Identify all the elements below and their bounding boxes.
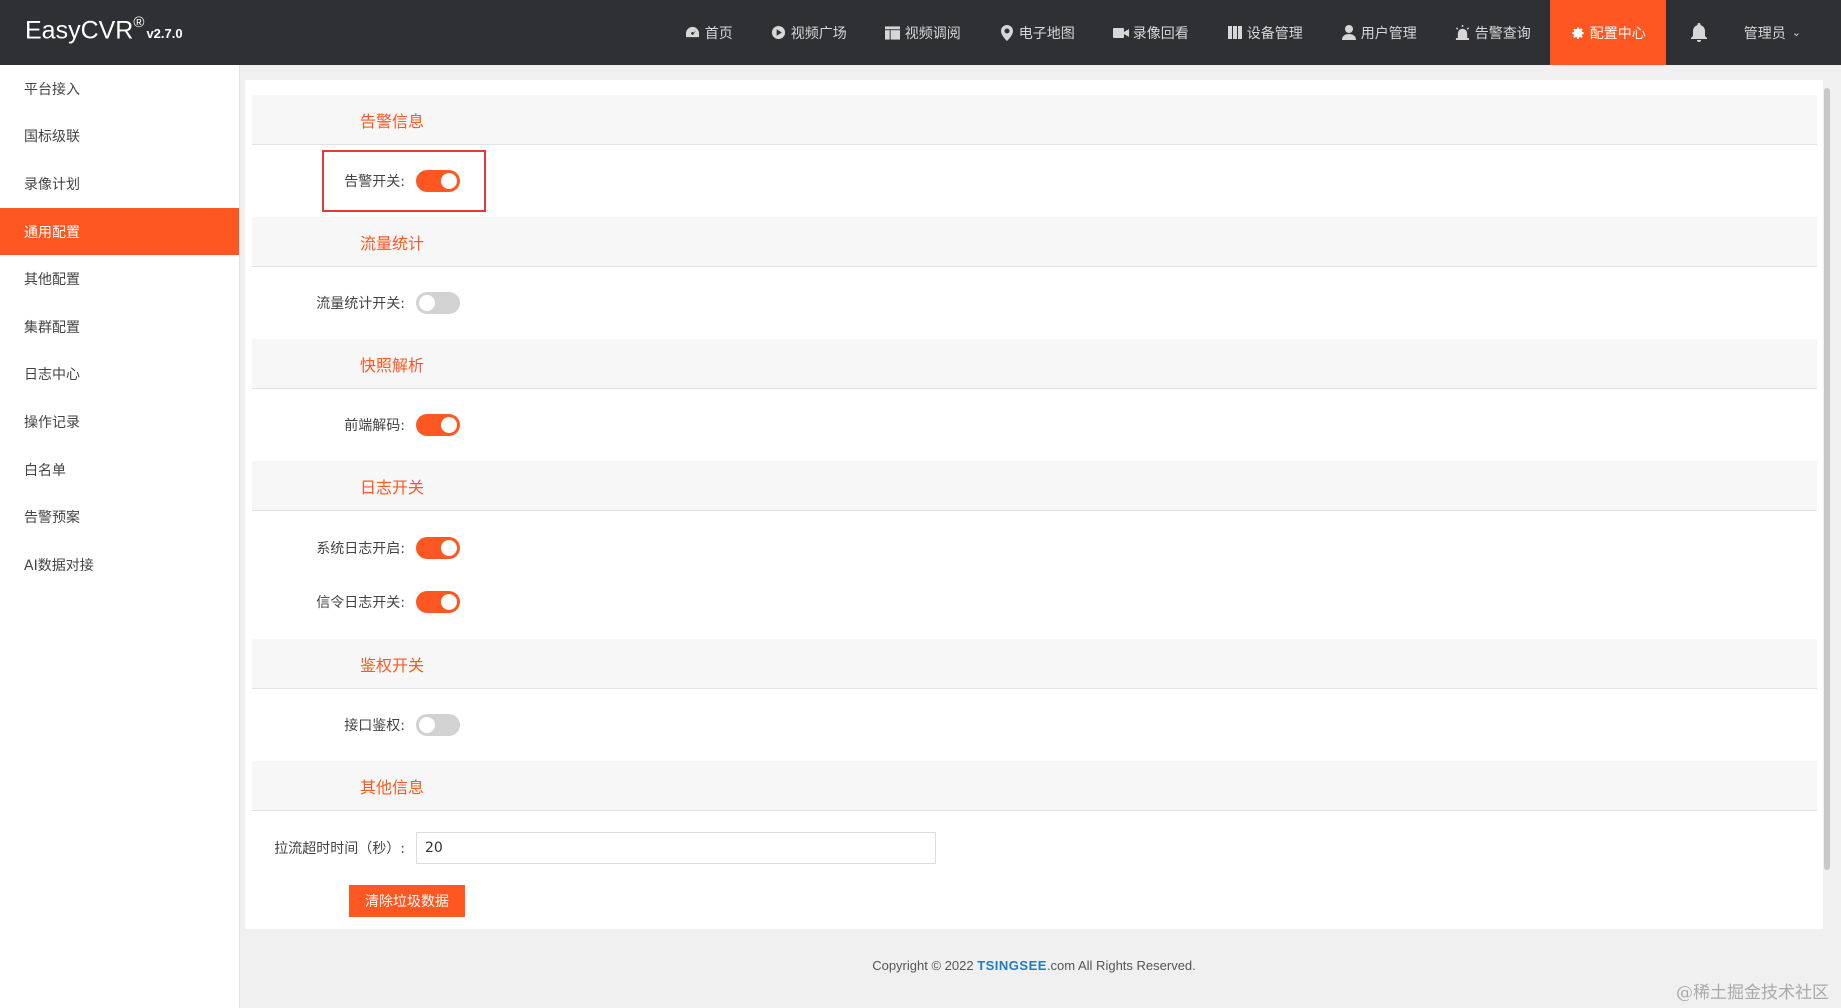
main-nav: 首页 视频广场 视频调阅 电子地图 录像回看 设备管理 用户管理 告警查询 配置…	[666, 0, 1841, 65]
nav-e-map[interactable]: 电子地图	[980, 0, 1094, 65]
nav-device-management[interactable]: 设备管理	[1208, 0, 1322, 65]
sidebar-item-recording-plan[interactable]: 录像计划	[0, 160, 239, 208]
api-auth-switch[interactable]	[416, 714, 460, 736]
sidebar-item-gb-cascade[interactable]: 国标级联	[0, 113, 239, 161]
row-alarm-switch: 告警开关:	[245, 145, 1823, 217]
frontend-decode-switch[interactable]	[416, 414, 460, 436]
sidebar-item-whitelist[interactable]: 白名单	[0, 446, 239, 494]
flow-stat-switch[interactable]	[416, 292, 460, 314]
api-auth-label: 接口鉴权:	[344, 718, 405, 734]
system-log-switch[interactable]	[416, 537, 460, 559]
sidebar-item-ai-data[interactable]: AI数据对接	[0, 541, 239, 589]
user-menu[interactable]: 管理员 ⌄	[1736, 0, 1841, 65]
sidebar-item-general-config[interactable]: 通用配置	[0, 207, 239, 256]
clear-garbage-button[interactable]: 清除垃圾数据	[349, 885, 465, 917]
nav-video-square[interactable]: 视频广场	[752, 0, 866, 65]
user-icon	[1341, 25, 1357, 41]
nav-home[interactable]: 首页	[666, 0, 752, 65]
flow-switch-label: 流量统计开关:	[316, 296, 405, 312]
section-other-header: 其他信息	[252, 761, 1817, 811]
sidebar: 平台接入 国标级联 录像计划 通用配置 其他配置 集群配置 日志中心 操作记录 …	[0, 65, 240, 1008]
video-camera-icon	[1112, 25, 1129, 41]
brand-logo[interactable]: EasyCVR®v2.7.0	[25, 14, 183, 45]
row-pull-timeout: 拉流超时时间（秒）:	[245, 811, 1823, 885]
section-flow-header: 流量统计	[252, 217, 1817, 267]
sidebar-item-operation-log[interactable]: 操作记录	[0, 398, 239, 446]
scrollbar[interactable]	[1824, 88, 1830, 870]
play-circle-icon	[771, 25, 787, 41]
signal-log-switch[interactable]	[416, 591, 460, 613]
footer: Copyright © 2022 TSINGSEE.com All Rights…	[872, 958, 1196, 973]
config-panel: 告警信息 告警开关: 流量统计 流量统计开关: 快照解析 前端解码: 日志开关 …	[245, 80, 1823, 929]
notification-bell[interactable]	[1666, 0, 1736, 65]
layout-icon	[885, 25, 901, 41]
bell-icon	[1689, 22, 1709, 43]
pull-timeout-label: 拉流超时时间（秒）:	[274, 841, 405, 857]
map-pin-icon	[999, 24, 1015, 41]
nav-config-center[interactable]: 配置中心	[1549, 0, 1666, 65]
sidebar-item-cluster-config[interactable]: 集群配置	[0, 303, 239, 351]
columns-icon	[1227, 25, 1243, 41]
footer-brand-logo[interactable]: TSINGSEE	[977, 958, 1047, 973]
top-navbar: EasyCVR®v2.7.0 首页 视频广场 视频调阅 电子地图 录像回看 设备…	[0, 0, 1841, 65]
alarm-icon	[1455, 25, 1471, 41]
section-log-header: 日志开关	[252, 461, 1817, 511]
signal-log-label: 信令日志开关:	[316, 595, 405, 611]
nav-video-review[interactable]: 视频调阅	[866, 0, 980, 65]
watermark: @稀土掘金技术社区	[1676, 983, 1829, 1003]
sidebar-item-other-config[interactable]: 其他配置	[0, 255, 239, 303]
system-log-label: 系统日志开启:	[316, 541, 405, 557]
section-snapshot-header: 快照解析	[252, 339, 1817, 389]
sidebar-item-alarm-plan[interactable]: 告警预案	[0, 493, 239, 541]
nav-alarm-query[interactable]: 告警查询	[1436, 0, 1550, 65]
row-frontend-decode: 前端解码:	[245, 389, 1823, 461]
chevron-down-icon: ⌄	[1791, 26, 1801, 39]
dashboard-icon	[685, 25, 701, 41]
row-system-log: 系统日志开启:	[245, 521, 1823, 575]
sidebar-item-log-center[interactable]: 日志中心	[0, 351, 239, 399]
gear-icon	[1570, 25, 1586, 41]
row-clear-button: 清除垃圾数据	[245, 885, 1823, 917]
row-flow-switch: 流量统计开关:	[245, 267, 1823, 339]
nav-playback[interactable]: 录像回看	[1094, 0, 1208, 65]
section-auth-header: 鉴权开关	[252, 639, 1817, 689]
row-api-auth: 接口鉴权:	[245, 689, 1823, 761]
highlight-box	[322, 150, 486, 212]
pull-timeout-input[interactable]	[416, 832, 936, 864]
nav-user-management[interactable]: 用户管理	[1322, 0, 1436, 65]
row-signal-log: 信令日志开关:	[245, 575, 1823, 629]
sidebar-item-platform-access[interactable]: 平台接入	[0, 65, 239, 113]
frontend-decode-label: 前端解码:	[344, 418, 405, 434]
alarm-switch[interactable]	[416, 170, 460, 192]
section-alarm-header: 告警信息	[252, 95, 1817, 145]
